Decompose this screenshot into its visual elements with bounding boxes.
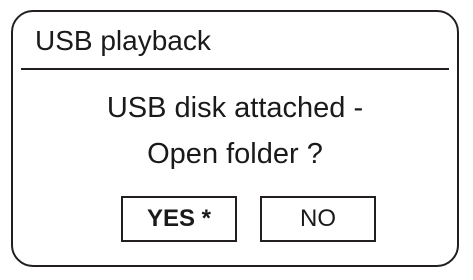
dialog-message-line1: USB disk attached - — [106, 92, 364, 124]
title-divider — [21, 68, 449, 70]
dialog-title: USB playback — [35, 25, 211, 56]
usb-playback-dialog: USB playback USB disk attached - Open fo… — [11, 10, 459, 267]
dialog-message-line2: Open folder ? — [147, 138, 323, 170]
dialog-title-bar: USB playback — [13, 12, 457, 70]
no-button[interactable]: NO — [260, 196, 376, 242]
yes-button[interactable]: YES * — [121, 196, 237, 242]
